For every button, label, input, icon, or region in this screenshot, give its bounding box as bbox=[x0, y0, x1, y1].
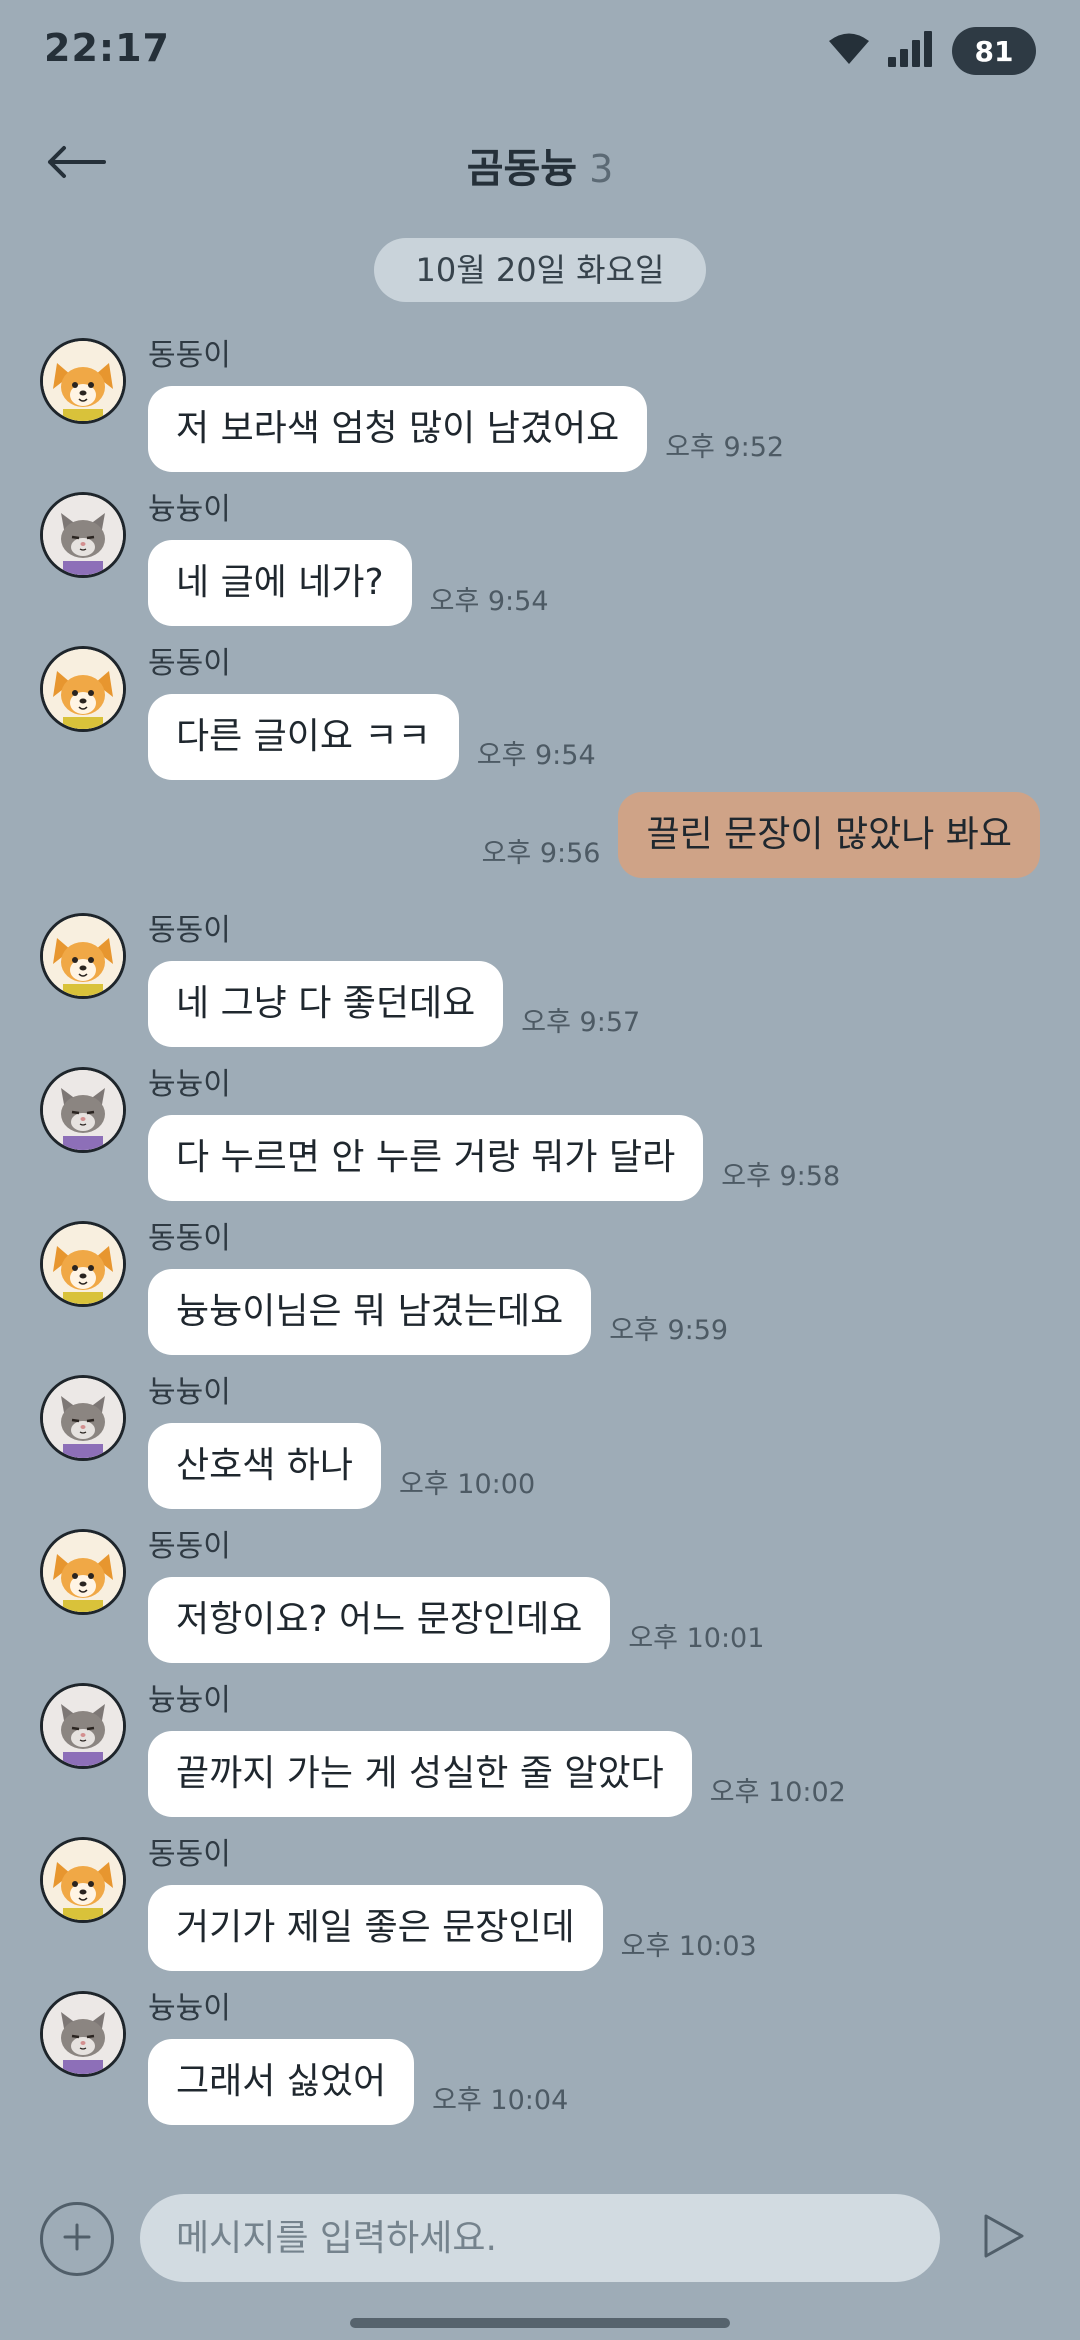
message-time: 오후 10:01 bbox=[628, 1623, 765, 1654]
status-bar: 22:17 81 bbox=[0, 0, 1080, 100]
avatar[interactable] bbox=[40, 1529, 126, 1615]
message-bubble-outgoing[interactable]: 끌린 문장이 많았나 봐요 bbox=[618, 792, 1040, 878]
message-time: 오후 9:52 bbox=[665, 432, 785, 463]
date-divider: 10월 20일 화요일 bbox=[373, 238, 707, 302]
sender-name: 동동이 bbox=[148, 1837, 231, 1872]
sender-name: 동동이 bbox=[148, 646, 231, 681]
dog-avatar-icon bbox=[43, 916, 123, 996]
avatar[interactable] bbox=[40, 646, 126, 732]
dog-avatar-icon bbox=[43, 341, 123, 421]
message-list[interactable]: 동동이 저 보라색 엄청 많이 남겼어요 오후 9:52 늉늉이 네 글에 네가… bbox=[0, 330, 1080, 2137]
message-input[interactable] bbox=[140, 2194, 940, 2282]
sender-name: 동동이 bbox=[148, 1221, 231, 1256]
sender-name: 동동이 bbox=[148, 913, 231, 948]
cat-avatar-icon bbox=[43, 1378, 123, 1458]
sender-name: 늉늉이 bbox=[148, 1991, 231, 2026]
message-bubble[interactable]: 다 누르면 안 누른 거랑 뭐가 달라 bbox=[148, 1115, 704, 1201]
status-icons: 81 bbox=[828, 26, 1036, 76]
message-row: 늉늉이 다 누르면 안 누른 거랑 뭐가 달라 오후 9:58 bbox=[0, 1059, 1080, 1201]
sender-name: 늉늉이 bbox=[148, 1375, 231, 1410]
cat-avatar-icon bbox=[43, 1070, 123, 1150]
sender-name: 동동이 bbox=[148, 338, 231, 373]
battery-icon: 81 bbox=[952, 27, 1036, 75]
avatar[interactable] bbox=[40, 1837, 126, 1923]
avatar[interactable] bbox=[40, 1067, 126, 1153]
signal-icon bbox=[888, 31, 934, 71]
avatar[interactable] bbox=[40, 913, 126, 999]
sender-name: 늉늉이 bbox=[148, 1067, 231, 1102]
send-icon bbox=[982, 2212, 1026, 2264]
message-time: 오후 10:02 bbox=[709, 1777, 846, 1808]
cat-avatar-icon bbox=[43, 1686, 123, 1766]
sender-name: 동동이 bbox=[148, 1529, 231, 1564]
message-row: 동동이 저항이요? 어느 문장인데요 오후 10:01 bbox=[0, 1521, 1080, 1663]
avatar[interactable] bbox=[40, 492, 126, 578]
avatar[interactable] bbox=[40, 1375, 126, 1461]
message-bubble[interactable]: 거기가 제일 좋은 문장인데 bbox=[148, 1885, 603, 1971]
wifi-icon bbox=[828, 32, 870, 70]
message-time: 오후 9:54 bbox=[476, 740, 596, 771]
message-row: 동동이 다른 글이요 ㅋㅋ 오후 9:54 bbox=[0, 638, 1080, 780]
message-bubble[interactable]: 산호색 하나 bbox=[148, 1423, 382, 1509]
message-bubble[interactable]: 그래서 싫었어 bbox=[148, 2039, 415, 2125]
avatar[interactable] bbox=[40, 1991, 126, 2077]
message-row: 동동이 네 그냥 다 좋던데요 오후 9:57 bbox=[0, 905, 1080, 1047]
message-bubble[interactable]: 저 보라색 엄청 많이 남겼어요 bbox=[148, 386, 648, 472]
date-divider-row: 10월 20일 화요일 bbox=[0, 238, 1080, 302]
message-time: 오후 9:56 bbox=[481, 838, 601, 869]
dog-avatar-icon bbox=[43, 1532, 123, 1612]
message-time: 오후 9:59 bbox=[609, 1315, 729, 1346]
avatar[interactable] bbox=[40, 1683, 126, 1769]
message-bubble[interactable]: 저항이요? 어느 문장인데요 bbox=[148, 1577, 611, 1663]
plus-icon bbox=[61, 2221, 93, 2257]
dog-avatar-icon bbox=[43, 649, 123, 729]
message-row: 늉늉이 산호색 하나 오후 10:00 bbox=[0, 1367, 1080, 1509]
message-row: 동동이 저 보라색 엄청 많이 남겼어요 오후 9:52 bbox=[0, 330, 1080, 472]
cat-avatar-icon bbox=[43, 495, 123, 575]
message-time: 오후 9:57 bbox=[521, 1007, 641, 1038]
send-button[interactable] bbox=[972, 2206, 1036, 2270]
message-row: 동동이 늉늉이님은 뭐 남겼는데요 오후 9:59 bbox=[0, 1213, 1080, 1355]
avatar[interactable] bbox=[40, 338, 126, 424]
message-bubble[interactable]: 끝까지 가는 게 성실한 줄 알았다 bbox=[148, 1731, 692, 1817]
chat-title-area: 곰동늉 3 bbox=[0, 136, 1080, 194]
sender-name: 늉늉이 bbox=[148, 492, 231, 527]
message-input-bar bbox=[0, 2190, 1080, 2290]
message-bubble[interactable]: 네 글에 네가? bbox=[148, 540, 412, 626]
dog-avatar-icon bbox=[43, 1224, 123, 1304]
sender-name: 늉늉이 bbox=[148, 1683, 231, 1718]
battery-level: 81 bbox=[974, 34, 1014, 68]
message-time: 오후 9:58 bbox=[721, 1161, 841, 1192]
message-bubble[interactable]: 네 그냥 다 좋던데요 bbox=[148, 961, 504, 1047]
cat-avatar-icon bbox=[43, 1994, 123, 2074]
message-row: 늉늉이 네 글에 네가? 오후 9:54 bbox=[0, 484, 1080, 626]
message-time: 오후 9:54 bbox=[429, 586, 549, 617]
message-time: 오후 10:03 bbox=[620, 1931, 757, 1962]
message-time: 오후 10:04 bbox=[432, 2085, 569, 2116]
member-count: 3 bbox=[589, 147, 614, 191]
message-row-outgoing: 오후 9:56 끌린 문장이 많았나 봐요 bbox=[0, 792, 1080, 878]
attach-button[interactable] bbox=[40, 2202, 114, 2276]
message-row: 늉늉이 그래서 싫었어 오후 10:04 bbox=[0, 1983, 1080, 2125]
avatar[interactable] bbox=[40, 1221, 126, 1307]
message-row: 동동이 거기가 제일 좋은 문장인데 오후 10:03 bbox=[0, 1829, 1080, 1971]
status-time: 22:17 bbox=[44, 26, 170, 70]
message-row: 늉늉이 끝까지 가는 게 성실한 줄 알았다 오후 10:02 bbox=[0, 1675, 1080, 1817]
chat-title: 곰동늉 bbox=[466, 146, 578, 192]
dog-avatar-icon bbox=[43, 1840, 123, 1920]
message-bubble[interactable]: 늉늉이님은 뭐 남겼는데요 bbox=[148, 1269, 592, 1355]
chat-header: 곰동늉 3 bbox=[0, 110, 1080, 220]
home-indicator[interactable] bbox=[350, 2318, 730, 2328]
message-time: 오후 10:00 bbox=[399, 1469, 536, 1500]
message-bubble[interactable]: 다른 글이요 ㅋㅋ bbox=[148, 694, 459, 780]
